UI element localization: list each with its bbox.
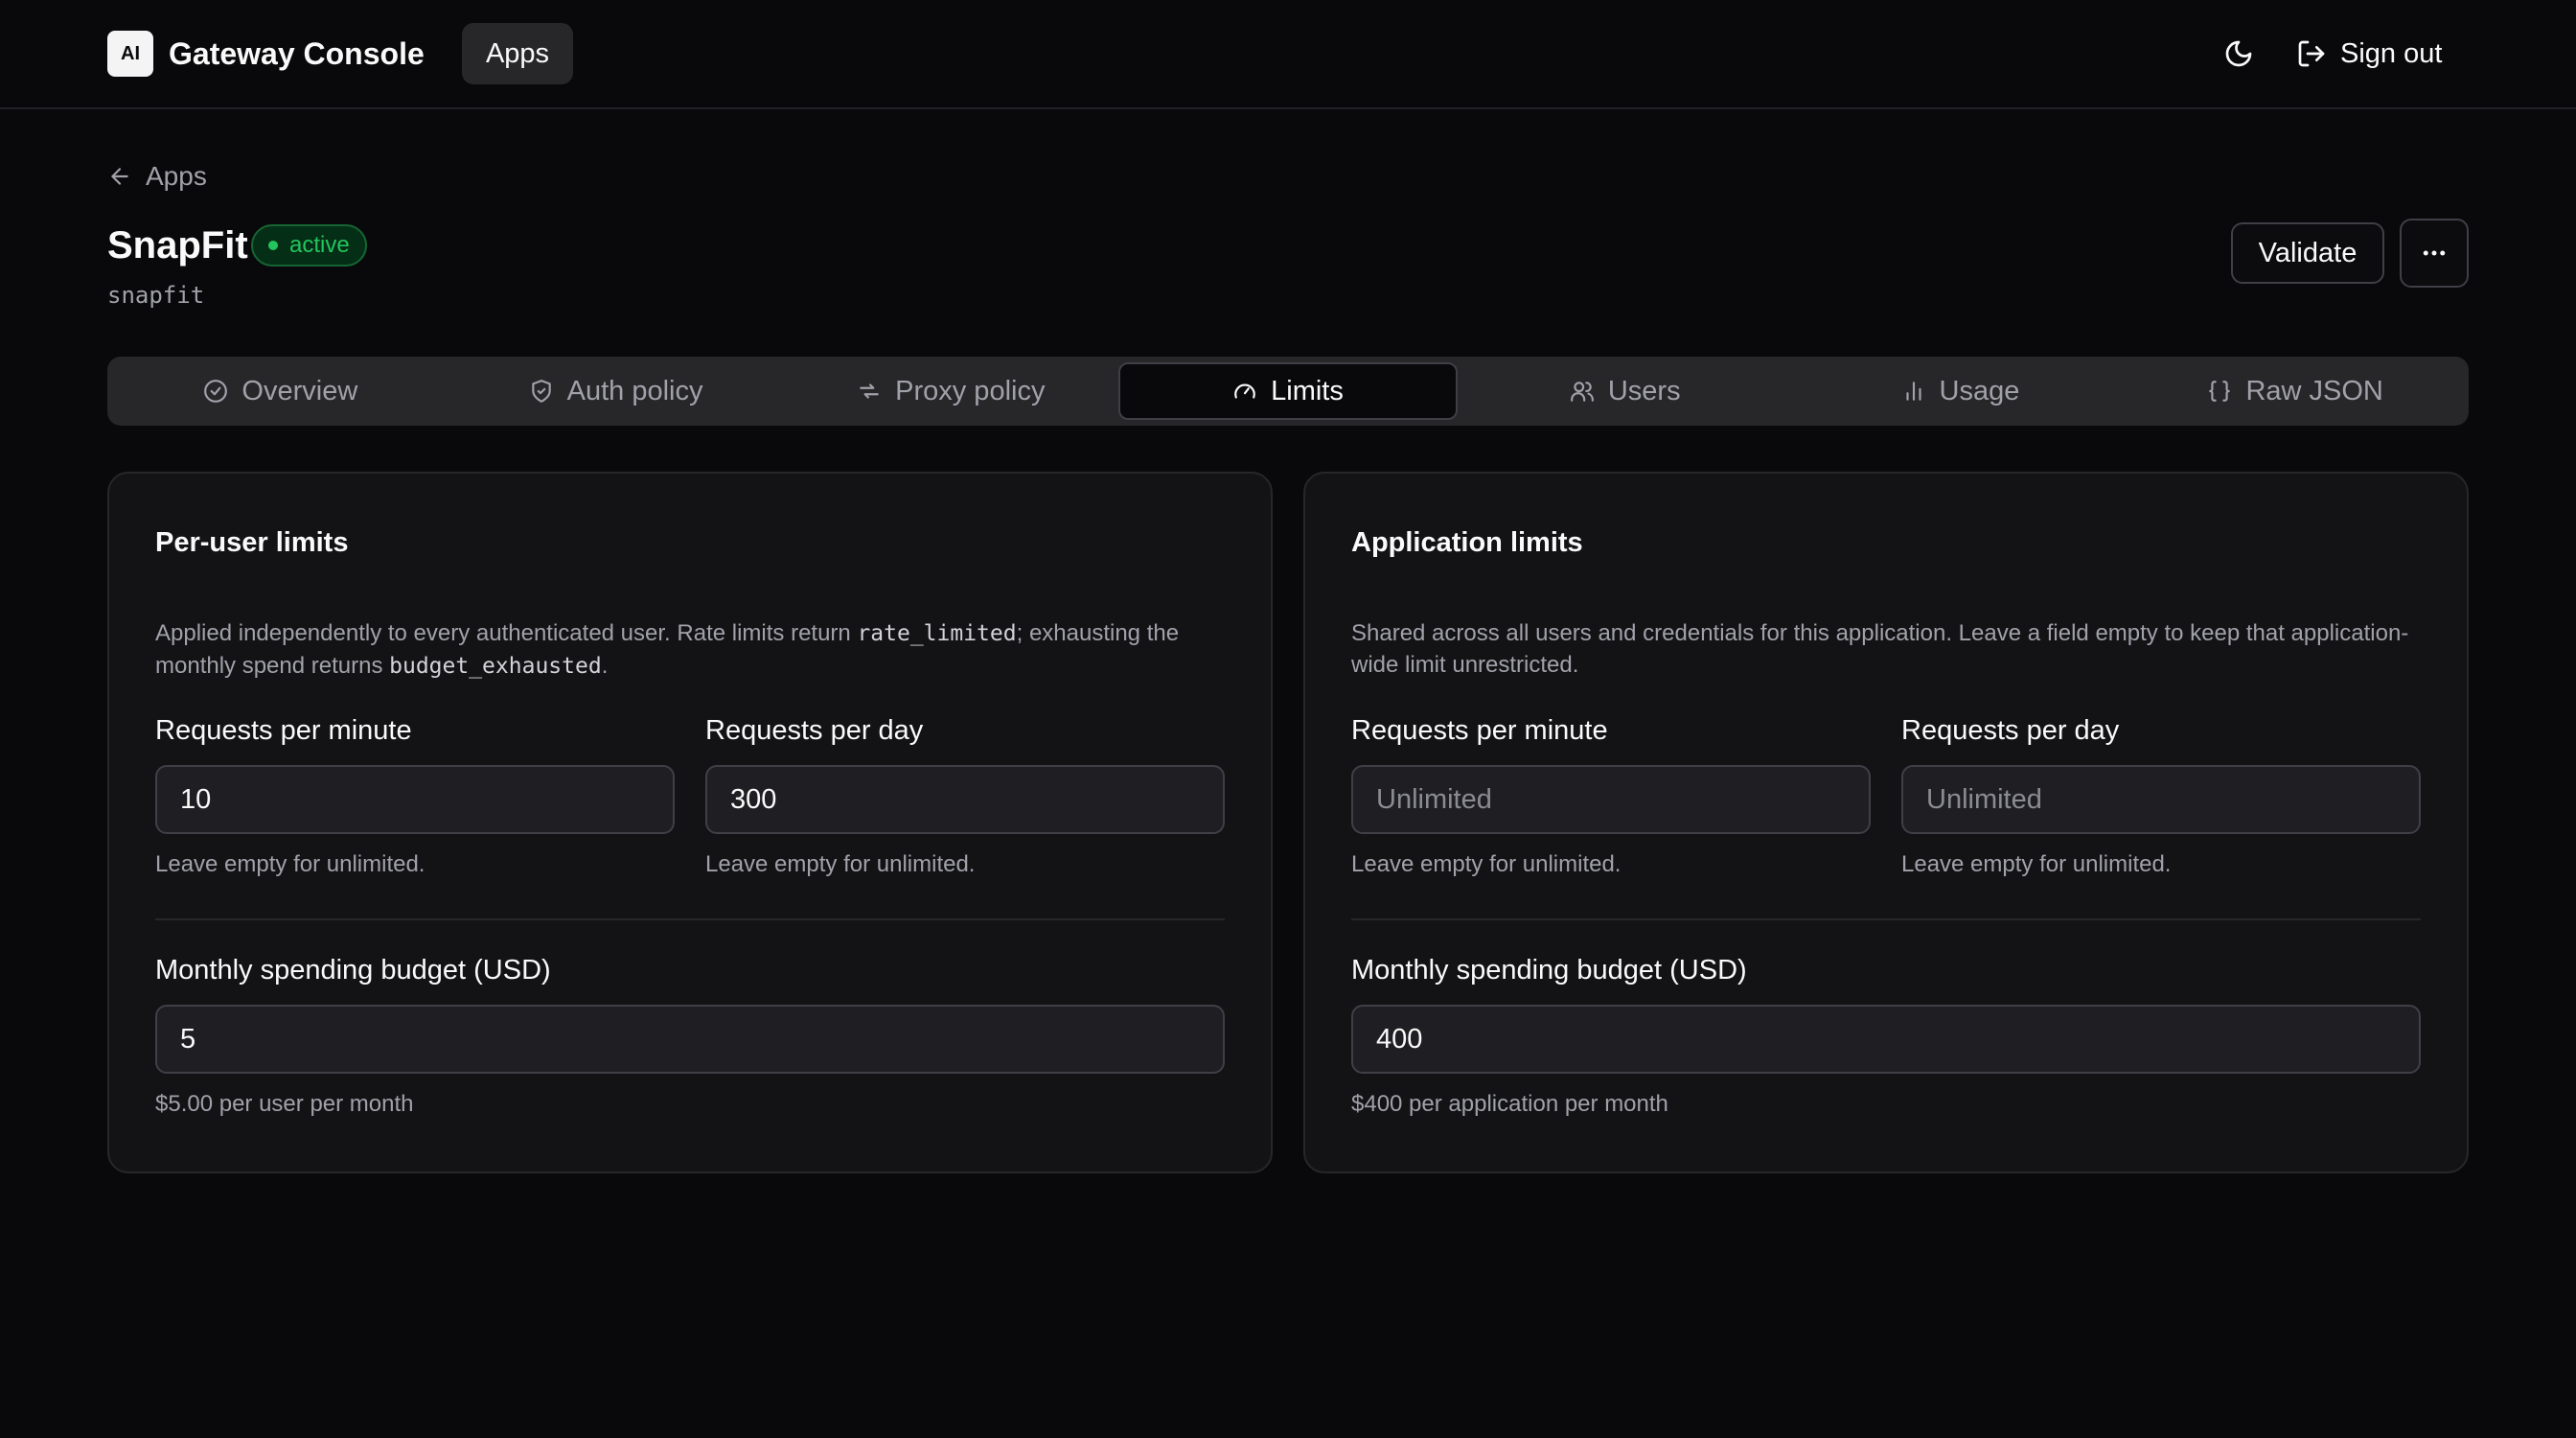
rpd-hint: Leave empty for unlimited.	[1901, 851, 2172, 877]
app-rpm-input[interactable]: Unlimited	[1351, 765, 1871, 834]
rpm-hint: Leave empty for unlimited.	[1351, 851, 1622, 877]
divider	[1351, 918, 2421, 920]
per-user-rpd-input[interactable]: 300	[705, 765, 1225, 834]
tab-label: Auth policy	[566, 375, 703, 406]
gauge-icon	[1234, 383, 1255, 399]
per-user-limits-card: Per-user limits Applied independently to…	[107, 472, 1273, 1173]
rpd-hint: Leave empty for unlimited.	[705, 851, 976, 877]
sign-out-label: Sign out	[2340, 37, 2443, 69]
more-options-button[interactable]	[2400, 219, 2469, 288]
theme-toggle-button[interactable]	[2220, 35, 2258, 73]
page-title: SnapFit	[107, 224, 248, 267]
tab-usage[interactable]: Usage	[1793, 362, 2128, 420]
sign-out-button[interactable]: Sign out	[2296, 29, 2442, 79]
log-out-icon	[2298, 40, 2325, 67]
tab-label: Raw JSON	[2245, 375, 2383, 406]
ellipsis-icon	[2423, 250, 2446, 256]
braces-icon	[2209, 381, 2231, 402]
bar-chart-icon	[1905, 382, 1921, 401]
tab-proxy-policy[interactable]: Proxy policy	[783, 362, 1118, 420]
desc-text: .	[601, 653, 609, 679]
per-user-rpm-input[interactable]: 10	[155, 765, 675, 834]
budget-label: Monthly spending budget (USD)	[155, 955, 551, 986]
tab-users[interactable]: Users	[1458, 362, 1793, 420]
budget-label: Monthly spending budget (USD)	[1351, 955, 1747, 986]
budget-hint: $5.00 per user per month	[155, 1091, 414, 1117]
brand-name[interactable]: Gateway Console	[169, 33, 425, 75]
rpm-label: Requests per minute	[1351, 715, 1608, 746]
back-link[interactable]: Apps	[107, 157, 207, 196]
validate-button[interactable]: Validate	[2231, 222, 2384, 284]
tab-label: Overview	[242, 375, 358, 406]
back-link-label: Apps	[146, 161, 207, 191]
brand-logo[interactable]: AI	[107, 31, 153, 77]
rpm-label: Requests per minute	[155, 715, 412, 746]
app-rpd-input[interactable]: Unlimited	[1901, 765, 2421, 834]
arrows-icon	[860, 383, 879, 399]
status-dot-icon	[268, 241, 278, 250]
desc-code-rate-limited: rate_limited	[857, 621, 1017, 646]
nav-apps-button[interactable]: Apps	[462, 23, 573, 84]
app-budget-input[interactable]: 400	[1351, 1005, 2421, 1074]
rpd-label: Requests per day	[705, 715, 924, 746]
status-badge: active	[251, 224, 367, 267]
card-description: Shared across all users and credentials …	[1351, 620, 2409, 678]
users-icon	[1570, 382, 1594, 402]
desc-text: Applied independently to every authentic…	[155, 620, 858, 646]
tab-raw-json[interactable]: Raw JSON	[2128, 362, 2463, 420]
card-title: Per-user limits	[155, 527, 349, 558]
tab-auth-policy[interactable]: Auth policy	[448, 362, 784, 420]
moon-icon	[2225, 40, 2252, 67]
tab-label: Usage	[1939, 375, 2020, 406]
application-limits-card: Application limits Shared across all use…	[1303, 472, 2469, 1173]
app-slug: snapfit	[107, 282, 205, 309]
tab-overview[interactable]: Overview	[113, 362, 448, 420]
check-circle-icon	[204, 380, 228, 403]
card-description: Applied independently to every authentic…	[155, 617, 1229, 683]
card-title: Application limits	[1351, 527, 1583, 558]
shield-check-icon	[531, 380, 551, 403]
tab-limits[interactable]: Limits	[1118, 362, 1458, 420]
tab-bar: Overview Auth policy Proxy policy Limits…	[107, 357, 2469, 426]
status-badge-label: active	[289, 232, 350, 258]
desc-code-budget-exhausted: budget_exhausted	[389, 654, 602, 679]
top-bar: AI Gateway Console Apps Sign out	[0, 0, 2576, 109]
rpm-hint: Leave empty for unlimited.	[155, 851, 426, 877]
tab-label: Proxy policy	[895, 375, 1046, 406]
tab-label: Users	[1607, 375, 1681, 406]
arrow-left-icon	[111, 168, 128, 185]
rpd-label: Requests per day	[1901, 715, 2120, 746]
divider	[155, 918, 1225, 920]
tab-label: Limits	[1271, 375, 1344, 406]
budget-hint: $400 per application per month	[1351, 1091, 1668, 1117]
per-user-budget-input[interactable]: 5	[155, 1005, 1225, 1074]
